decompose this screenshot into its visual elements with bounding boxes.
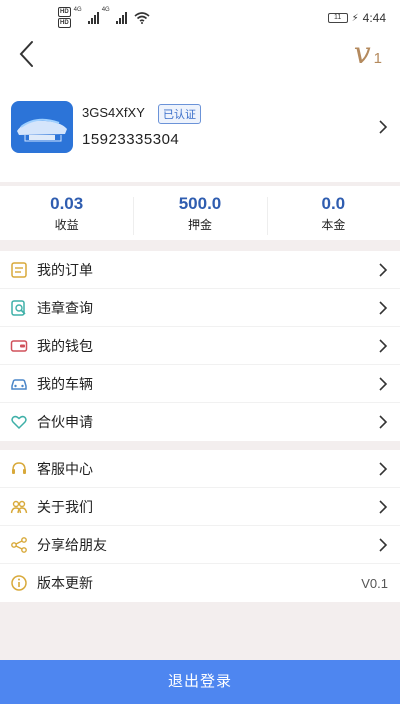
balance-stats: 0.03 收益 500.0 押金 0.0 本金 xyxy=(0,186,400,240)
wifi-icon xyxy=(134,11,150,24)
version-number: V0.1 xyxy=(361,575,388,591)
menu-group-secondary: 客服中心 关于我们 分享给朋友 版本更新 V0.1 xyxy=(0,450,400,602)
menu-item-orders[interactable]: 我的订单 xyxy=(0,251,400,289)
charging-icon: ⚡ xyxy=(351,12,359,24)
chevron-right-icon xyxy=(379,339,388,353)
signal-icon xyxy=(87,11,99,24)
about-us-icon xyxy=(10,500,28,514)
menu-label: 关于我们 xyxy=(37,498,93,515)
violation-search-icon xyxy=(11,300,26,316)
menu-label: 客服中心 xyxy=(37,460,93,477)
menu-item-partner-apply[interactable]: 合伙申请 xyxy=(0,403,400,441)
phone-number: 15923335304 xyxy=(82,131,180,148)
info-icon xyxy=(11,575,27,591)
stat-earnings[interactable]: 0.03 收益 xyxy=(0,193,133,234)
profile-card[interactable]: 3GS4XfXY 已认证 15923335304 xyxy=(0,78,400,182)
network-type: 4G xyxy=(73,7,82,13)
nav-bar: v 1 xyxy=(0,34,400,78)
partner-heart-icon xyxy=(11,415,27,430)
menu-label: 我的订单 xyxy=(37,261,93,278)
hd-badge: HD xyxy=(58,7,71,17)
back-arrow-icon[interactable] xyxy=(14,39,44,69)
status-right: 11 ⚡ 4:44 xyxy=(327,11,386,25)
vip-level: 1 xyxy=(373,50,382,67)
hd-badge: HD xyxy=(58,18,71,28)
stat-label: 本金 xyxy=(321,217,346,232)
menu-label: 分享给朋友 xyxy=(37,536,107,553)
battery-icon: 11 xyxy=(327,13,348,23)
app-logo-icon xyxy=(17,118,67,142)
chevron-right-icon xyxy=(379,263,388,277)
chevron-right-icon xyxy=(379,301,388,315)
stat-value: 0.03 xyxy=(50,193,84,213)
stat-principal[interactable]: 0.0 本金 xyxy=(266,193,400,235)
user-id: 3GS4XfXY xyxy=(82,105,145,120)
menu-label: 我的车辆 xyxy=(37,375,93,392)
menu-item-version-update[interactable]: 版本更新 V0.1 xyxy=(0,564,400,602)
menu-label: 合伙申请 xyxy=(37,414,93,430)
menu-item-share[interactable]: 分享给朋友 xyxy=(0,526,400,564)
stat-value: 0.0 xyxy=(321,193,346,213)
vip-level-badge[interactable]: v 1 xyxy=(354,36,382,71)
status-indicators: HD HD 4G 4G xyxy=(58,7,150,28)
order-list-icon xyxy=(11,262,27,278)
chevron-right-icon xyxy=(379,120,388,134)
stat-label: 收益 xyxy=(54,217,79,232)
stat-deposit[interactable]: 500.0 押金 xyxy=(133,193,266,235)
chevron-right-icon xyxy=(379,462,388,476)
clock: 4:44 xyxy=(362,11,386,25)
car-icon xyxy=(11,379,27,390)
signal-icon xyxy=(115,11,127,24)
share-icon xyxy=(11,537,27,553)
menu-item-wallet[interactable]: 我的钱包 xyxy=(0,327,400,365)
menu-item-customer-service[interactable]: 客服中心 xyxy=(0,450,400,488)
stat-value: 500.0 xyxy=(178,193,222,213)
chevron-right-icon xyxy=(379,377,388,391)
chevron-right-icon xyxy=(379,415,388,429)
menu-label: 违章查询 xyxy=(37,299,93,316)
menu-item-my-vehicle[interactable]: 我的车辆 xyxy=(0,365,400,403)
wallet-icon xyxy=(10,340,28,352)
stat-label: 押金 xyxy=(187,217,212,232)
menu-label: 版本更新 xyxy=(37,575,93,591)
menu-group-main: 我的订单 违章查询 我的钱包 我的车辆 合伙申请 xyxy=(0,251,400,441)
menu-label: 我的钱包 xyxy=(37,337,93,354)
bottom-bar xyxy=(0,704,400,711)
chevron-right-icon xyxy=(379,500,388,514)
chevron-right-icon xyxy=(379,538,388,552)
network-type: 4G xyxy=(101,7,110,13)
avatar[interactable] xyxy=(11,101,73,153)
vip-v-icon: v xyxy=(353,36,371,71)
customer-service-icon xyxy=(12,462,26,474)
menu-item-violation-query[interactable]: 违章查询 xyxy=(0,289,400,327)
logout-button[interactable]: 退出登录 xyxy=(0,660,400,704)
status-bar: HD HD 4G 4G 11 ⚡ 4:44 xyxy=(0,0,400,34)
verified-badge: 已认证 xyxy=(158,104,201,124)
menu-item-about-us[interactable]: 关于我们 xyxy=(0,488,400,526)
